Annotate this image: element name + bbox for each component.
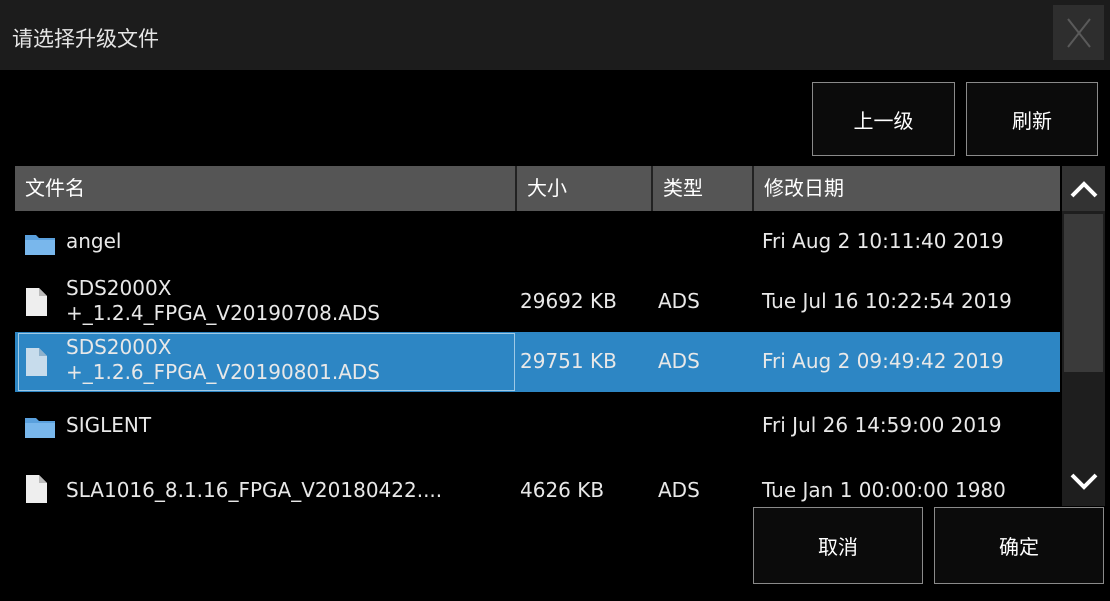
scroll-up-button[interactable] xyxy=(1062,166,1105,211)
list-item-sds2000x-1-2-6-selected[interactable]: SDS2000X +_1.2.6_FPGA_V20190801.ADS 2975… xyxy=(15,332,1060,392)
file-modified-date: Fri Jul 26 14:59:00 2019 xyxy=(762,413,1002,437)
file-name: SLA1016_8.1.16_FPGA_V20180422.... xyxy=(66,478,443,502)
scroll-thumb[interactable] xyxy=(1064,214,1103,372)
close-icon xyxy=(1067,18,1091,48)
file-name-line2: +_1.2.4_FPGA_V20190708.ADS xyxy=(66,301,381,325)
file-size: 4626 KB xyxy=(520,478,605,502)
list-item-sla1016[interactable]: SLA1016_8.1.16_FPGA_V20180422.... 4626 K… xyxy=(15,457,1060,506)
chevron-up-icon xyxy=(1070,180,1097,197)
file-modified-date: Tue Jan 1 00:00:00 1980 xyxy=(762,478,1006,502)
dialog-title: 请选择升级文件 xyxy=(12,27,159,51)
column-header-name[interactable]: 文件名 xyxy=(15,166,515,211)
column-header-size[interactable]: 大小 xyxy=(517,166,651,211)
file-modified-date: Fri Aug 2 10:11:40 2019 xyxy=(762,229,1004,253)
file-list: 文件名 大小 类型 修改日期 angel Fri Aug 2 10:11:40 … xyxy=(15,166,1105,506)
file-type: ADS xyxy=(658,289,700,313)
file-list-header: 文件名 大小 类型 修改日期 xyxy=(15,166,1060,211)
file-size: 29692 KB xyxy=(520,289,617,313)
column-header-type[interactable]: 类型 xyxy=(653,166,752,211)
file-modified-date: Fri Aug 2 09:49:42 2019 xyxy=(762,349,1004,373)
list-item-angel[interactable]: angel Fri Aug 2 10:11:40 2019 xyxy=(15,212,1060,272)
file-type: ADS xyxy=(658,349,700,373)
file-icon xyxy=(26,288,47,316)
file-name: SIGLENT xyxy=(66,413,152,437)
parent-directory-button[interactable]: 上一级 xyxy=(812,82,955,156)
scroll-down-button[interactable] xyxy=(1062,459,1105,504)
file-icon xyxy=(26,348,47,376)
scrollbar[interactable] xyxy=(1062,166,1105,506)
ok-button[interactable]: 确定 xyxy=(934,507,1104,584)
list-item-siglent[interactable]: SIGLENT Fri Jul 26 14:59:00 2019 xyxy=(15,397,1060,457)
list-item-sds2000x-1-2-4[interactable]: SDS2000X +_1.2.4_FPGA_V20190708.ADS 2969… xyxy=(15,272,1060,332)
cancel-button[interactable]: 取消 xyxy=(753,507,923,584)
folder-icon xyxy=(25,235,55,255)
file-name-line1: SDS2000X xyxy=(66,276,172,300)
file-name: angel xyxy=(66,229,122,253)
file-name-line1: SDS2000X xyxy=(66,335,172,359)
file-modified-date: Tue Jul 16 10:22:54 2019 xyxy=(762,289,1012,313)
file-icon xyxy=(26,475,47,503)
upgrade-file-dialog: 请选择升级文件 上一级 刷新 文件名 大小 类型 修改日期 angel Fri … xyxy=(0,0,1110,601)
chevron-down-icon xyxy=(1070,473,1097,490)
folder-icon xyxy=(25,418,55,438)
refresh-button[interactable]: 刷新 xyxy=(966,82,1098,156)
column-header-date[interactable]: 修改日期 xyxy=(754,166,1060,211)
file-size: 29751 KB xyxy=(520,349,617,373)
close-button[interactable] xyxy=(1053,5,1104,60)
file-type: ADS xyxy=(658,478,700,502)
file-name-line2: +_1.2.6_FPGA_V20190801.ADS xyxy=(66,360,381,384)
title-bar: 请选择升级文件 xyxy=(0,0,1110,70)
